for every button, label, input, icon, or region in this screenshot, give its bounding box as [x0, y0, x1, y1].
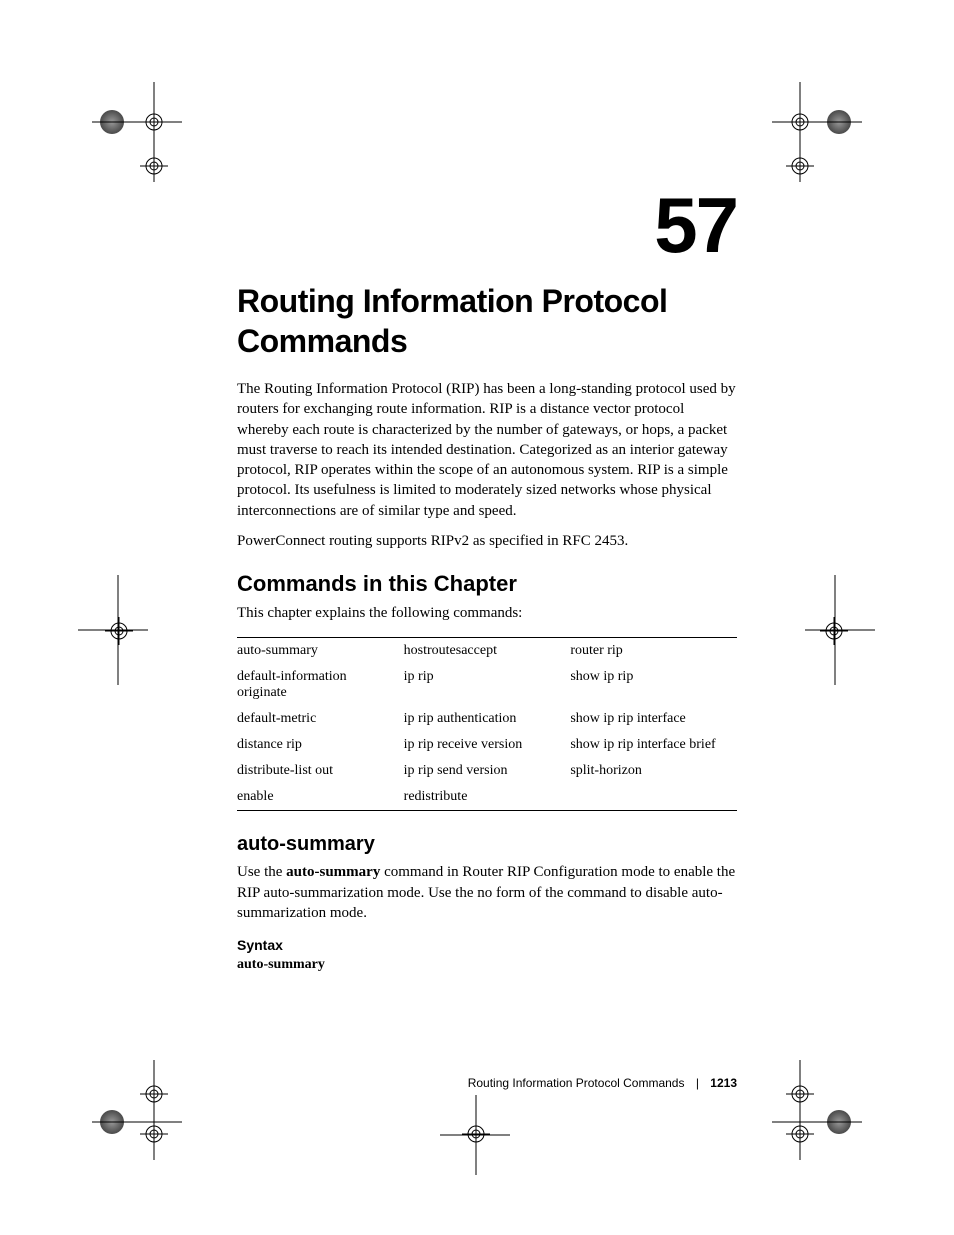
command-link[interactable]: default-metric	[237, 706, 404, 732]
table-row: enable redistribute	[237, 784, 737, 811]
command-link[interactable]: hostroutesaccept	[404, 638, 571, 665]
reg-target-icon	[786, 152, 814, 180]
reg-cross-icon	[772, 82, 862, 187]
reg-target-icon	[140, 152, 168, 180]
footer-page-number: 1213	[710, 1076, 737, 1090]
reg-target-icon	[820, 617, 848, 645]
command-link[interactable]: default-information originate	[237, 664, 404, 706]
reg-target-icon	[140, 108, 168, 136]
command-link[interactable]: distribute-list out	[237, 758, 404, 784]
intro-paragraph-2: PowerConnect routing supports RIPv2 as s…	[237, 531, 737, 551]
command-link[interactable]: enable	[237, 784, 404, 811]
reg-target-icon	[786, 1120, 814, 1148]
page-title: Routing Information Protocol Commands	[237, 281, 737, 361]
reg-ball-icon	[827, 1110, 851, 1134]
syntax-command: auto-summary	[237, 957, 737, 973]
command-link[interactable]: redistribute	[404, 784, 571, 811]
command-link[interactable]: ip rip receive version	[404, 732, 571, 758]
table-row: distance rip ip rip receive version show…	[237, 732, 737, 758]
command-link[interactable]: ip rip send version	[404, 758, 571, 784]
section-commands-intro: This chapter explains the following comm…	[237, 603, 737, 623]
reg-cross-icon	[78, 575, 148, 690]
table-row: distribute-list out ip rip send version …	[237, 758, 737, 784]
reg-cross-icon	[772, 1060, 862, 1165]
command-link[interactable]: auto-summary	[237, 638, 404, 665]
reg-ball-icon	[827, 110, 851, 134]
reg-cross-icon	[92, 82, 182, 187]
chapter-number: 57	[237, 180, 737, 271]
reg-cross-icon	[92, 1060, 182, 1165]
reg-ball-icon	[100, 1110, 124, 1134]
commands-table: auto-summary hostroutesaccept router rip…	[237, 637, 737, 811]
intro-paragraph-1: The Routing Information Protocol (RIP) h…	[237, 379, 737, 521]
footer-title: Routing Information Protocol Commands	[468, 1076, 685, 1090]
reg-target-icon	[105, 617, 133, 645]
footer-separator-icon: |	[696, 1076, 699, 1090]
reg-cross-icon	[440, 1095, 510, 1180]
command-link[interactable]: show ip rip interface	[570, 706, 737, 732]
syntax-heading: Syntax	[237, 937, 737, 953]
reg-target-icon	[140, 1120, 168, 1148]
reg-target-icon	[786, 1080, 814, 1108]
auto-summary-body: Use the auto-summary command in Router R…	[237, 862, 737, 923]
command-link[interactable]: show ip rip interface brief	[570, 732, 737, 758]
command-link[interactable]: ip rip	[404, 664, 571, 706]
command-link[interactable]: ip rip authentication	[404, 706, 571, 732]
table-row: default-information originate ip rip sho…	[237, 664, 737, 706]
reg-ball-icon	[100, 110, 124, 134]
section-heading-auto-summary: auto-summary	[237, 833, 737, 856]
command-link[interactable]: split-horizon	[570, 758, 737, 784]
command-link[interactable]: router rip	[570, 638, 737, 665]
reg-target-icon	[462, 1120, 490, 1148]
page-footer: Routing Information Protocol Commands | …	[237, 1076, 737, 1090]
reg-target-icon	[786, 108, 814, 136]
command-link[interactable]: distance rip	[237, 732, 404, 758]
reg-target-icon	[140, 1080, 168, 1108]
reg-cross-icon	[805, 575, 875, 690]
section-heading-commands: Commands in this Chapter	[237, 571, 737, 597]
table-row: default-metric ip rip authentication sho…	[237, 706, 737, 732]
command-link[interactable]: show ip rip	[570, 664, 737, 706]
table-row: auto-summary hostroutesaccept router rip	[237, 638, 737, 665]
command-cell-empty	[570, 784, 737, 811]
